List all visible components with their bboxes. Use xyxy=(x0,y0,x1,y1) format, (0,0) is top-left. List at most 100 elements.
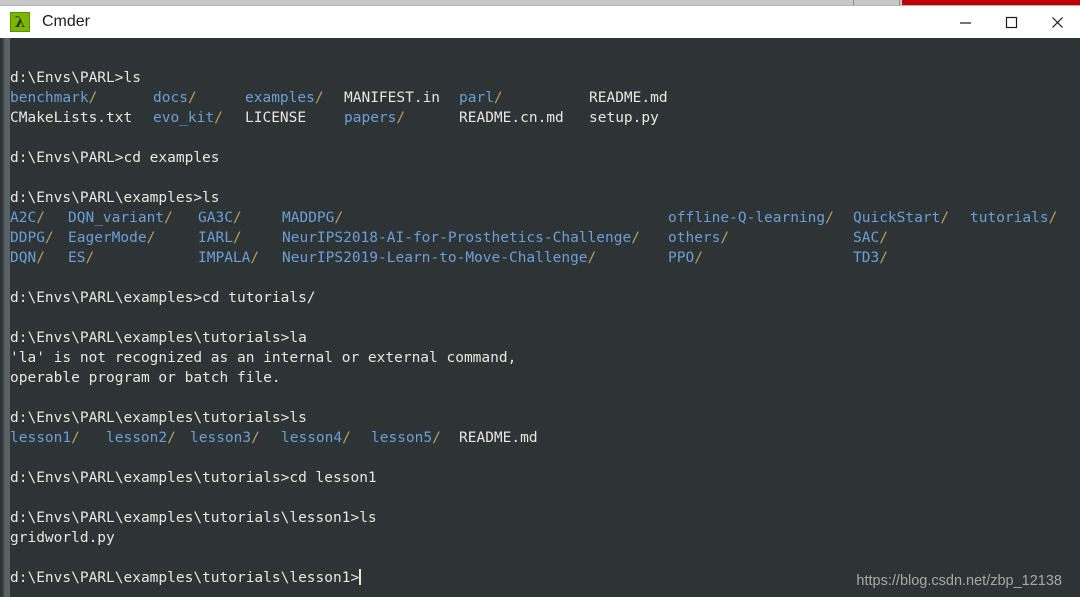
directory-entry: lesson1/ xyxy=(10,428,80,448)
line-text: d:\Envs\PARL\examples\tutorials>ls xyxy=(10,410,307,426)
line-text: 'la' is not recognized as an internal or… xyxy=(10,350,517,366)
close-button[interactable] xyxy=(1034,6,1080,39)
entry-name: IMPALA xyxy=(198,250,251,266)
file-entry: README.md xyxy=(459,428,538,448)
line-text: gridworld.py xyxy=(10,530,115,546)
directory-entry: lesson2/ xyxy=(106,428,176,448)
entry-slash: / xyxy=(44,230,54,246)
entry-slash: / xyxy=(314,90,324,106)
line-text: operable program or batch file. xyxy=(10,370,281,386)
entry-slash: / xyxy=(720,230,730,246)
prompt-line: d:\Envs\PARL\examples\tutorials>cd lesso… xyxy=(10,468,377,488)
entry-slash: / xyxy=(250,250,260,266)
prompt-line: d:\Envs\PARL\examples>ls xyxy=(10,188,220,208)
directory-entry: NeurIPS2019-Learn-to-Move-Challenge/ xyxy=(282,248,596,268)
prompt-line: d:\Envs\PARL>ls xyxy=(10,68,141,88)
line-text: d:\Envs\PARL>cd examples xyxy=(10,150,220,166)
directory-entry: GA3C/ xyxy=(198,208,242,228)
entry-name: MADDPG xyxy=(282,210,335,226)
entry-name: EagerMode xyxy=(68,230,147,246)
entry-slash: / xyxy=(342,430,351,446)
entry-slash: / xyxy=(164,210,173,226)
entry-name: DQN xyxy=(10,250,37,266)
entry-name: IARL xyxy=(198,230,233,246)
entry-name: lesson5 xyxy=(371,430,433,446)
entry-name: setup.py xyxy=(589,110,659,126)
lambda-icon: λ xyxy=(10,12,30,32)
directory-entry: lesson4/ xyxy=(281,428,351,448)
entry-name: GA3C xyxy=(198,210,233,226)
directory-entry: IARL/ xyxy=(198,228,242,248)
entry-name: CMakeLists.txt xyxy=(10,110,133,126)
directory-entry: IMPALA/ xyxy=(198,248,259,268)
entry-slash: / xyxy=(879,230,888,246)
file-entry: MANIFEST.in xyxy=(344,88,440,108)
entry-slash: / xyxy=(1048,210,1058,226)
entry-name: PPO xyxy=(668,250,695,266)
entry-name: parl xyxy=(459,90,494,106)
directory-entry: DDPG/ xyxy=(10,228,54,248)
output-line: 'la' is not recognized as an internal or… xyxy=(10,348,516,368)
prompt-line: d:\Envs\PARL\examples\tutorials\lesson1> xyxy=(10,568,362,588)
entry-slash: / xyxy=(187,90,197,106)
entry-name: NeurIPS2018-AI-for-Prosthetics-Challenge xyxy=(282,230,632,246)
entry-name: lesson4 xyxy=(281,430,343,446)
entry-name: docs xyxy=(153,90,188,106)
entry-slash: / xyxy=(334,210,344,226)
prompt-line: d:\Envs\PARL\examples>cd tutorials/ xyxy=(10,288,316,308)
text-cursor xyxy=(359,569,362,585)
entry-name: README.md xyxy=(459,430,538,446)
prompt-line: d:\Envs\PARL\examples\tutorials\lesson1>… xyxy=(10,508,377,528)
line-text: d:\Envs\PARL\examples\tutorials\lesson1>… xyxy=(10,510,377,526)
entry-name: benchmark xyxy=(10,90,89,106)
entry-slash: / xyxy=(85,250,95,266)
entry-slash: / xyxy=(825,210,834,226)
directory-entry: lesson3/ xyxy=(190,428,260,448)
entry-name: lesson2 xyxy=(106,430,168,446)
file-entry: LICENSE xyxy=(245,108,306,128)
lambda-icon-glyph: λ xyxy=(14,12,26,31)
line-text: d:\Envs\PARL\examples>ls xyxy=(10,190,220,206)
line-text: d:\Envs\PARL\examples\tutorials>la xyxy=(10,330,307,346)
line-text: d:\Envs\PARL\examples\tutorials>cd lesso… xyxy=(10,470,377,486)
entry-slash: / xyxy=(214,110,223,126)
directory-entry: MADDPG/ xyxy=(282,208,343,228)
directory-entry: DQN/ xyxy=(10,248,45,268)
entry-name: offline-Q-learning xyxy=(668,210,826,226)
directory-entry: docs/ xyxy=(153,88,197,108)
minimize-button[interactable] xyxy=(942,6,988,39)
entry-slash: / xyxy=(493,90,503,106)
entry-slash: / xyxy=(88,90,98,106)
directory-entry: NeurIPS2018-AI-for-Prosthetics-Challenge… xyxy=(282,228,640,248)
watermark: https://blog.csdn.net/zbp_12138 xyxy=(856,573,1062,589)
entry-name: NeurIPS2019-Learn-to-Move-Challenge xyxy=(282,250,588,266)
terminal-output: d:\Envs\PARL>ls benchmark/docs/examples/M… xyxy=(0,38,1080,597)
entry-name: A2C xyxy=(10,210,37,226)
entry-name: examples xyxy=(245,90,315,106)
entry-name: tutorials xyxy=(970,210,1049,226)
window-title: Cmder xyxy=(42,13,91,30)
directory-entry: offline-Q-learning/ xyxy=(668,208,834,228)
prompt-line: d:\Envs\PARL\examples\tutorials>ls xyxy=(10,408,307,428)
output-line: operable program or batch file. xyxy=(10,368,281,388)
maximize-button[interactable] xyxy=(988,6,1034,39)
entry-slash: / xyxy=(232,230,242,246)
file-entry: CMakeLists.txt xyxy=(10,108,132,128)
entry-slash: / xyxy=(631,230,640,246)
prompt-line: d:\Envs\PARL\examples\tutorials>la xyxy=(10,328,307,348)
title-bar[interactable]: λ Cmder xyxy=(0,5,1080,38)
terminal-pane[interactable]: d:\Envs\PARL>ls benchmark/docs/examples/M… xyxy=(0,38,1080,597)
entry-name: QuickStart xyxy=(853,210,941,226)
directory-entry: ES/ xyxy=(68,248,94,268)
entry-name: DDPG xyxy=(10,230,45,246)
entry-name: others xyxy=(668,230,721,246)
entry-slash: / xyxy=(879,250,888,266)
directory-entry: SAC/ xyxy=(853,228,888,248)
directory-entry: TD3/ xyxy=(853,248,888,268)
entry-name: ES xyxy=(68,250,86,266)
entry-slash: / xyxy=(71,430,80,446)
entry-slash: / xyxy=(396,110,406,126)
entry-name: lesson1 xyxy=(10,430,72,446)
entry-name: SAC xyxy=(853,230,880,246)
output-line: gridworld.py xyxy=(10,528,115,548)
